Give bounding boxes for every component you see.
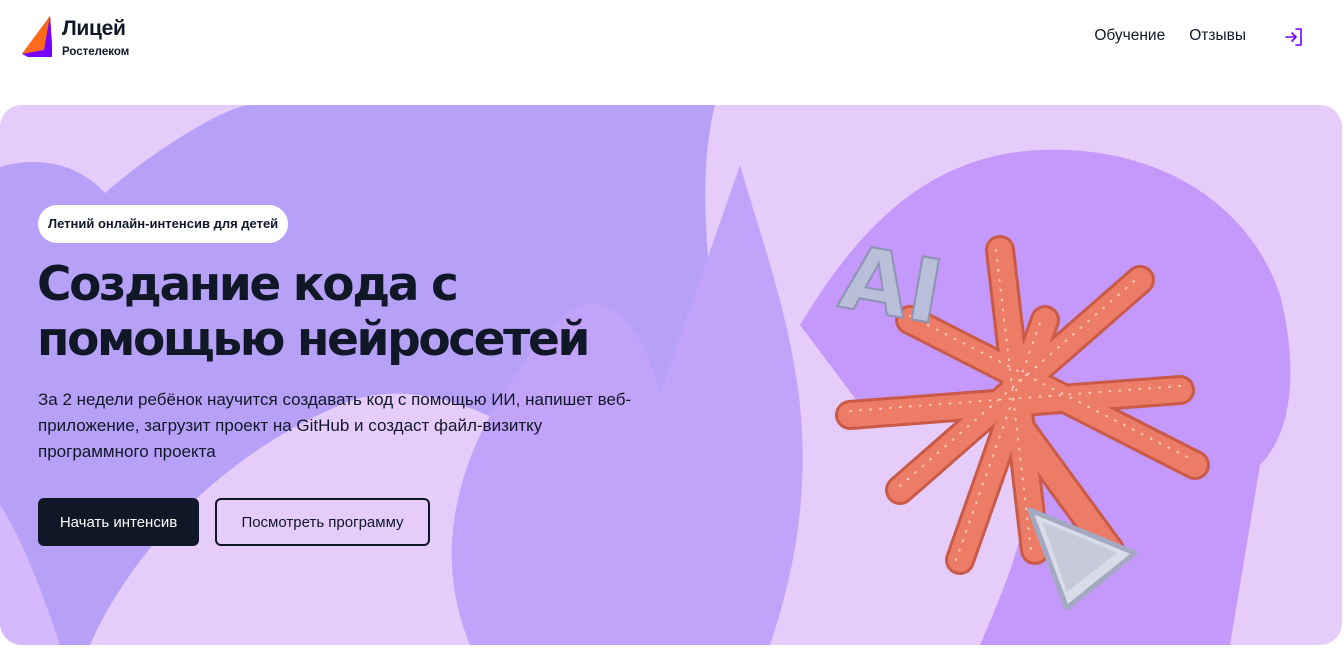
hero-banner: Летний онлайн-интенсив для детей Создани… (0, 105, 1342, 645)
nav-item-learning[interactable]: Обучение (1094, 27, 1165, 45)
hero-title-line-1: Создание кода с (37, 257, 459, 312)
intensive-badge: Летний онлайн-интенсив для детей (38, 205, 289, 243)
rostelecom-logo-icon (22, 16, 52, 57)
login-icon[interactable] (1283, 26, 1305, 48)
hero-title: Создание кода с помощью нейросетей (37, 257, 717, 367)
site-header: Лицей Ростелеком Обучение Отзывы (0, 0, 1344, 80)
logo[interactable]: Лицей Ростелеком (20, 14, 160, 64)
hero-description: За 2 недели ребёнок научится создавать к… (38, 390, 632, 461)
logo-title: Лицей (62, 17, 126, 40)
logo-subtitle: Ростелеком (62, 46, 130, 58)
view-program-button[interactable]: Посмотреть программу (215, 498, 430, 546)
star-sculpture-icon: AI (832, 224, 1210, 610)
nav-item-reviews[interactable]: Отзывы (1189, 27, 1246, 45)
main-nav: Обучение Отзывы (1094, 27, 1246, 45)
ai-text: AI (833, 225, 950, 344)
start-intensive-button[interactable]: Начать интенсив (38, 498, 199, 546)
hero-title-line-2: помощью нейросетей (37, 312, 590, 367)
